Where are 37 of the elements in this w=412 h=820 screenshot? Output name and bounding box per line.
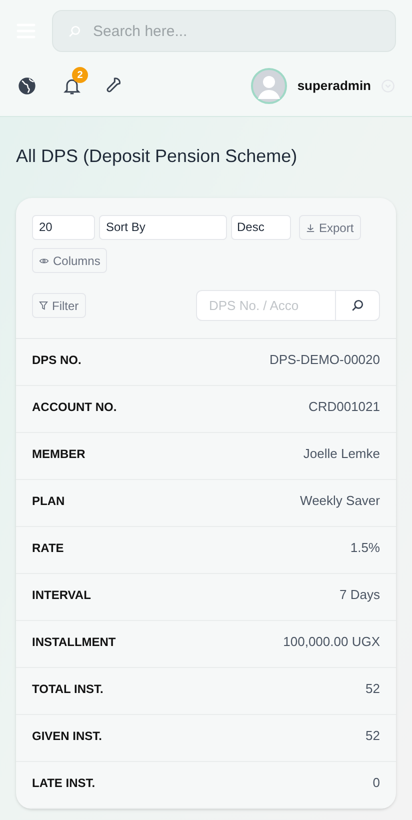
columns-button[interactable]: Columns [32,248,108,273]
field-value: 7 Days [340,586,380,604]
field-value: 52 [366,727,380,746]
field-label: RATE [32,540,64,557]
sort-by-select[interactable]: Sort By [99,215,227,240]
field-label: TOTAL INST. [32,681,104,698]
field-value: Joelle Lemke [303,445,380,464]
field-value: 100,000.00 UGX [283,633,380,652]
field-label: PLAN [32,493,65,510]
search-input[interactable]: DPS No. / Acco [196,290,336,321]
field-label: MEMBER [32,446,86,463]
field-label: GIVEN INST. [32,728,102,745]
field-value: 52 [366,680,380,698]
order-select[interactable]: Desc [231,215,291,240]
eye-icon [39,256,49,264]
search-button[interactable] [336,290,380,321]
field-label: ACCOUNT NO. [32,399,117,416]
filter-button[interactable]: Filter [32,293,86,318]
globe-icon[interactable] [17,76,37,96]
export-button[interactable]: Export [299,215,361,240]
field-label: LATE INST. [32,775,96,792]
search-field[interactable]: Search here... [52,10,396,52]
field-value: 0 [372,774,380,792]
field-value: 1.5% [350,539,380,558]
user-name[interactable]: superadmin [297,76,371,96]
notification-badge: 2 [72,67,88,83]
field-label: INTERVAL [32,587,91,604]
filter-icon [39,301,48,310]
per-page-select[interactable]: 20 [32,215,95,240]
field-label: INSTALLMENT [32,634,116,651]
field-label: DPS NO. [32,352,82,369]
page-title: All DPS (Deposit Pension Scheme) [15,145,298,168]
download-icon [306,222,315,232]
field-value: Weekly Saver [300,492,380,510]
field-value: DPS-DEMO-00020 [269,351,380,370]
search-icon [351,299,364,312]
field-value: CRD001021 [308,398,380,416]
